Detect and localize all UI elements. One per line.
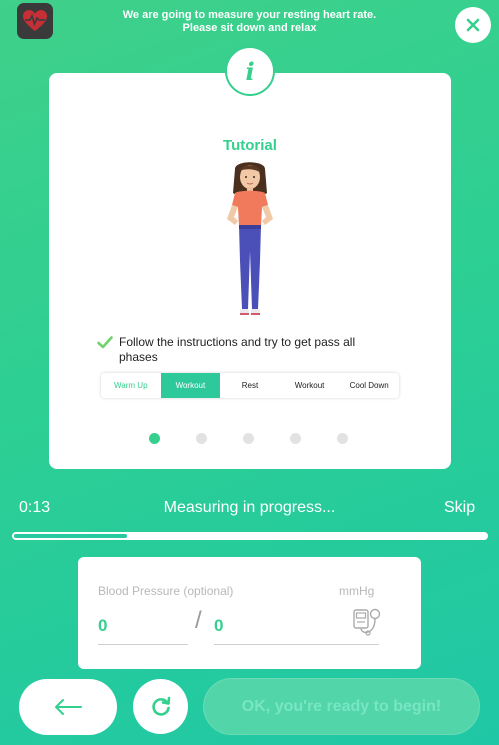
info-icon: i <box>225 46 275 96</box>
pager-dot[interactable] <box>290 433 301 444</box>
phase-workout[interactable]: Workout <box>160 373 221 398</box>
phase-rest[interactable]: Rest <box>220 373 280 398</box>
phase-selector: Warm Up Workout Rest Workout Cool Down <box>101 373 399 398</box>
pager-dot[interactable] <box>149 433 160 444</box>
phase-label: Rest <box>241 381 259 390</box>
phase-cool-down[interactable]: Cool Down <box>339 373 399 398</box>
pager-dot[interactable] <box>243 433 254 444</box>
blood-pressure-unit: mmHg <box>339 584 375 598</box>
blood-pressure-label: Blood Pressure (optional) <box>98 584 234 598</box>
pager-dots <box>149 433 350 445</box>
header-line-2: Please sit down and relax <box>182 22 317 34</box>
arrow-left-icon <box>55 699 82 715</box>
measuring-status: Measuring in progress... <box>163 499 336 516</box>
pager-dot[interactable] <box>337 433 348 444</box>
blood-pressure-card: Blood Pressure (optional) mmHg / <box>78 557 421 669</box>
header-line-1: We are going to measure your resting hea… <box>122 9 377 21</box>
phase-label: Cool Down <box>349 381 389 390</box>
phase-label: Warm Up <box>114 381 148 390</box>
blood-pressure-monitor-icon <box>353 608 381 636</box>
ready-button[interactable]: OK, you're ready to begin! <box>203 678 480 735</box>
instruction: Follow the instructions and try to get p… <box>97 335 397 365</box>
skip-link[interactable]: Skip <box>444 499 475 517</box>
app-icon <box>17 3 53 39</box>
check-icon <box>97 336 113 349</box>
phase-label: Workout <box>294 381 325 390</box>
back-button[interactable] <box>19 679 117 735</box>
refresh-button[interactable] <box>133 679 188 734</box>
phase-warm-up[interactable]: Warm Up <box>101 373 161 398</box>
progress-bar <box>12 532 488 540</box>
progress-fill <box>14 534 128 538</box>
tutorial-title: Tutorial <box>223 137 277 154</box>
tutorial-card: Tutorial Follow the instructions and try… <box>49 73 451 469</box>
instruction-text: Follow the instructions and try to get p… <box>119 335 356 364</box>
header-message: We are going to measure your resting hea… <box>90 9 409 35</box>
systolic-input[interactable] <box>98 607 188 645</box>
phase-label: Workout <box>175 381 206 390</box>
tutorial-character-image <box>227 162 273 315</box>
phase-workout-2[interactable]: Workout <box>280 373 340 398</box>
refresh-icon <box>151 696 170 716</box>
heart-rate-icon <box>23 10 47 31</box>
bp-separator: / <box>195 607 202 634</box>
pager-dot[interactable] <box>196 433 207 444</box>
close-button[interactable] <box>455 7 491 43</box>
close-icon <box>466 18 480 32</box>
